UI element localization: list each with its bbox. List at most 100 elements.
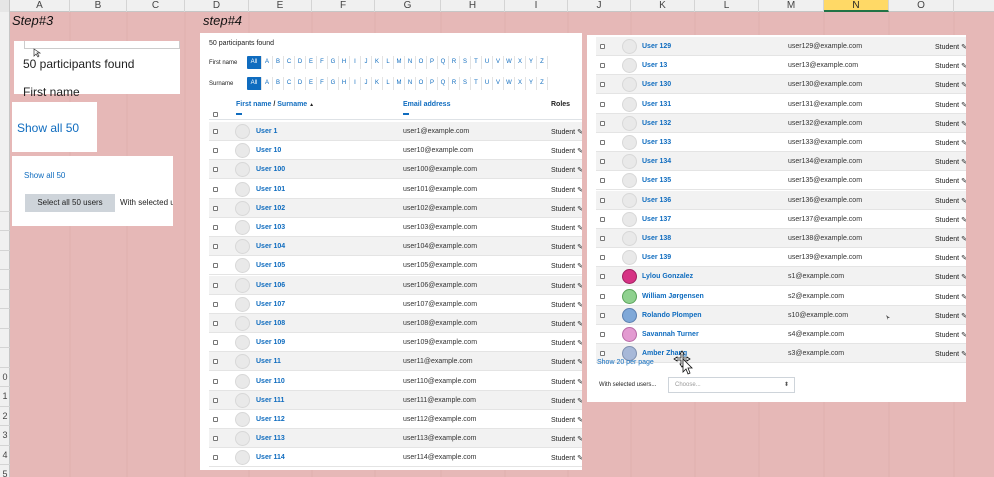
collapse-email-icon[interactable]	[403, 113, 409, 115]
participant-role[interactable]: Student ✎	[935, 177, 966, 185]
surname-letter-filter[interactable]: M	[394, 77, 405, 90]
participant-role[interactable]: Student ✎	[935, 101, 966, 109]
participant-name-link[interactable]: User 109	[256, 339, 285, 346]
column-header-m[interactable]: M	[759, 0, 824, 12]
participant-name-link[interactable]: William Jørgensen	[642, 293, 704, 300]
row-checkbox[interactable]	[600, 82, 605, 88]
first-name-sort-link[interactable]: First name	[236, 101, 271, 108]
participant-name-link[interactable]: User 105	[256, 262, 285, 269]
surname-letter-filter[interactable]: B	[273, 77, 284, 90]
participant-role[interactable]: Student ✎	[551, 416, 582, 424]
first-name-letter-filter[interactable]: B	[273, 56, 284, 69]
participant-role[interactable]: Student ✎	[551, 378, 582, 386]
surname-letter-filter[interactable]: T	[471, 77, 482, 90]
collapse-name-icon[interactable]	[236, 113, 242, 115]
row-checkbox[interactable]	[600, 178, 605, 184]
participant-role[interactable]: Student ✎	[935, 254, 966, 262]
row-checkbox[interactable]	[600, 332, 605, 337]
participant-role[interactable]: Student ✎	[935, 120, 966, 128]
row-header-cell[interactable]: 0	[0, 368, 10, 387]
first-name-letter-filter[interactable]: Q	[438, 56, 449, 69]
row-checkbox[interactable]	[213, 417, 218, 422]
first-name-letter-filter[interactable]: L	[383, 56, 394, 69]
row-checkbox[interactable]	[213, 301, 218, 307]
column-header-c[interactable]: C	[127, 0, 185, 12]
first-name-letter-filter[interactable]: R	[449, 56, 460, 69]
bulk-action-select[interactable]: Choose... ⬍	[668, 377, 795, 393]
participant-name-link[interactable]: User 113	[256, 435, 285, 442]
surname-letter-filter[interactable]: O	[416, 77, 427, 90]
participant-role[interactable]: Student ✎	[551, 205, 582, 213]
participant-role[interactable]: Student ✎	[551, 224, 582, 232]
column-header-f[interactable]: F	[312, 0, 375, 12]
first-name-letter-filter[interactable]: E	[306, 56, 317, 69]
participant-name-link[interactable]: User 104	[256, 243, 285, 250]
email-column-header[interactable]: Email address	[403, 101, 450, 108]
surname-letter-filter[interactable]: G	[328, 77, 339, 90]
row-header-cell[interactable]: 2	[0, 407, 10, 426]
row-checkbox[interactable]	[213, 359, 218, 365]
show-all-link[interactable]: Show all 50	[17, 121, 79, 135]
participant-role[interactable]: Student ✎	[935, 312, 966, 320]
participant-name-link[interactable]: User 101	[256, 186, 285, 193]
row-checkbox[interactable]	[213, 282, 218, 288]
surname-letter-filter[interactable]: Y	[526, 77, 537, 90]
row-checkbox[interactable]	[600, 197, 605, 203]
participant-name-link[interactable]: User 129	[642, 43, 671, 50]
participant-role[interactable]: Student ✎	[935, 235, 966, 243]
surname-letter-filter[interactable]: K	[372, 77, 383, 90]
first-name-letter-filter[interactable]: T	[471, 56, 482, 69]
row-header-cell[interactable]	[0, 290, 10, 309]
name-column-header[interactable]: First name / Surname ▲	[236, 101, 314, 108]
row-header-cell[interactable]: 3	[0, 426, 10, 446]
first-name-letter-filter[interactable]: H	[339, 56, 350, 69]
first-name-letter-filter[interactable]: X	[515, 56, 526, 69]
row-header-cell[interactable]	[0, 212, 10, 231]
participant-name-link[interactable]: User 108	[256, 320, 285, 327]
participant-name-link[interactable]: User 102	[256, 205, 285, 212]
surname-letter-filter[interactable]: U	[482, 77, 493, 90]
participant-name-link[interactable]: User 112	[256, 416, 285, 423]
row-checkbox[interactable]	[600, 101, 605, 107]
column-header-b[interactable]: B	[70, 0, 127, 12]
surname-letter-filter[interactable]: F	[317, 77, 328, 90]
surname-letter-filter[interactable]: X	[515, 77, 526, 90]
first-name-letter-filter[interactable]: G	[328, 56, 339, 69]
column-header-i[interactable]: I	[505, 0, 568, 12]
first-name-letter-filter[interactable]: F	[317, 56, 328, 69]
participant-name-link[interactable]: User 133	[642, 139, 671, 146]
first-name-letter-filter[interactable]: K	[372, 56, 383, 69]
surname-letter-filter[interactable]: Z	[537, 77, 548, 90]
row-checkbox[interactable]	[213, 186, 218, 192]
search-input[interactable]	[24, 41, 180, 49]
surname-letter-filter[interactable]: E	[306, 77, 317, 90]
column-header-d[interactable]: D	[185, 0, 249, 12]
participant-role[interactable]: Student ✎	[551, 262, 582, 270]
row-checkbox[interactable]	[213, 378, 218, 384]
row-checkbox[interactable]	[600, 236, 605, 241]
surname-letter-filter[interactable]: V	[493, 77, 504, 90]
participant-role[interactable]: Student ✎	[551, 320, 582, 328]
participant-name-link[interactable]: User 1	[256, 128, 277, 135]
row-checkbox[interactable]	[600, 159, 605, 165]
participant-role[interactable]: Student ✎	[935, 43, 966, 51]
surname-letter-filter[interactable]: R	[449, 77, 460, 90]
participant-name-link[interactable]: User 110	[256, 378, 285, 385]
participant-role[interactable]: Student ✎	[551, 454, 582, 462]
row-checkbox[interactable]	[600, 293, 605, 299]
surname-letter-filter[interactable]: Q	[438, 77, 449, 90]
participant-name-link[interactable]: User 138	[642, 235, 671, 242]
participant-role[interactable]: Student ✎	[935, 293, 966, 301]
first-name-letter-filter[interactable]: W	[504, 56, 515, 69]
row-checkbox[interactable]	[213, 263, 218, 269]
row-checkbox[interactable]	[600, 140, 605, 145]
column-header-l[interactable]: L	[695, 0, 759, 12]
participant-role[interactable]: Student ✎	[935, 158, 966, 166]
column-header-j[interactable]: J	[568, 0, 631, 12]
surname-letter-filter[interactable]: I	[350, 77, 361, 90]
row-checkbox[interactable]	[213, 205, 218, 211]
select-all-corner[interactable]	[0, 0, 10, 12]
row-checkbox[interactable]	[213, 436, 218, 442]
surname-letter-filter[interactable]: P	[427, 77, 438, 90]
participant-name-link[interactable]: User 135	[642, 177, 671, 184]
